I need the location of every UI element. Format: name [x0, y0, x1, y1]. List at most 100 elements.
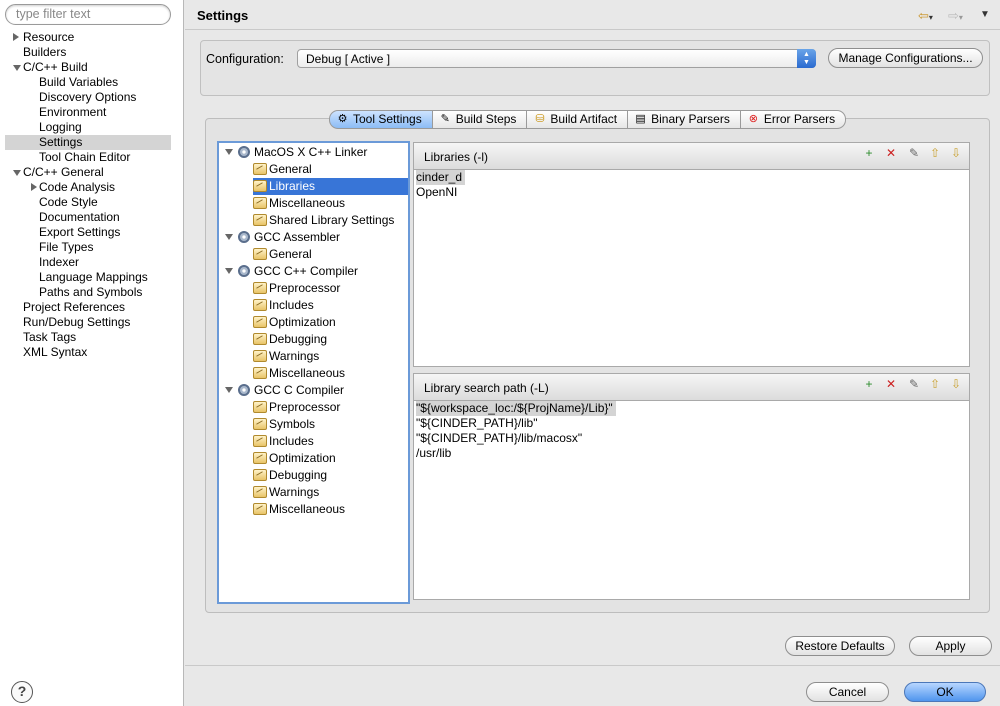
tree-option-node[interactable]: Preprocessor — [253, 399, 408, 416]
nav-item-environment[interactable]: Environment — [39, 105, 106, 120]
option-page-icon — [253, 367, 267, 379]
tab-error-parsers[interactable]: ⊗ Error Parsers — [740, 110, 847, 129]
nav-item-code-style[interactable]: Code Style — [39, 195, 98, 210]
nav-item-task-tags[interactable]: Task Tags — [23, 330, 76, 345]
edit-icon[interactable]: ✎ — [907, 146, 921, 161]
cancel-button[interactable]: Cancel — [806, 682, 889, 702]
list-item[interactable]: cinder_d — [416, 170, 466, 185]
tree-option-node[interactable]: General — [253, 161, 408, 178]
collapse-arrow-icon[interactable] — [13, 170, 21, 176]
delete-icon[interactable]: ✕ — [884, 377, 898, 392]
list-item[interactable]: "${CINDER_PATH}/lib" — [416, 416, 537, 431]
tab-binary-parsers[interactable]: ▤ Binary Parsers — [628, 110, 741, 129]
tab-build-steps[interactable]: ✎ Build Steps — [432, 110, 528, 129]
tree-node-label: Optimization — [269, 315, 336, 329]
expand-arrow-icon[interactable] — [31, 183, 37, 191]
nav-item-builders[interactable]: Builders — [23, 45, 66, 60]
tree-option-node[interactable]: Debugging — [253, 467, 408, 484]
tree-node-label: Miscellaneous — [269, 366, 346, 380]
nav-item-export-settings[interactable]: Export Settings — [39, 225, 120, 240]
tab-tool-settings[interactable]: ⚙ Tool Settings — [329, 110, 433, 129]
collapse-arrow-icon[interactable] — [225, 268, 233, 274]
list-item[interactable]: /usr/lib — [416, 446, 451, 461]
tree-option-node[interactable]: Includes — [253, 297, 408, 314]
nav-item-indexer[interactable]: Indexer — [39, 255, 79, 270]
nav-item-code-analysis[interactable]: Code Analysis — [39, 180, 115, 195]
select-arrows-icon[interactable]: ▲ ▼ — [797, 49, 816, 68]
add-icon[interactable]: + — [862, 146, 876, 161]
tree-tool-node[interactable]: MacOS X C++ Linker — [225, 144, 367, 161]
tree-node-label: Debugging — [269, 468, 328, 482]
tree-option-node[interactable]: Warnings — [253, 348, 408, 365]
nav-item-resource[interactable]: Resource — [23, 30, 74, 45]
tab-build-artifact[interactable]: ⛁ Build Artifact — [527, 110, 629, 129]
tree-tool-node[interactable]: GCC C Compiler — [225, 382, 344, 399]
nav-item-run-debug-settings[interactable]: Run/Debug Settings — [23, 315, 130, 330]
ok-button[interactable]: OK — [904, 682, 986, 702]
move-up-icon[interactable]: ⇧ — [928, 377, 942, 392]
tree-node-label: MacOS X C++ Linker — [254, 145, 368, 159]
nav-item-file-types[interactable]: File Types — [39, 240, 93, 255]
edit-icon[interactable]: ✎ — [907, 377, 921, 392]
tree-option-node[interactable]: Optimization — [253, 314, 408, 331]
list-item[interactable]: "${CINDER_PATH}/lib/macosx" — [416, 431, 582, 446]
tree-option-node[interactable]: Miscellaneous — [253, 195, 408, 212]
tree-option-node[interactable]: General — [253, 246, 408, 263]
move-up-icon[interactable]: ⇧ — [928, 146, 942, 161]
manage-configurations-button[interactable]: Manage Configurations... — [828, 48, 983, 68]
help-icon[interactable]: ? — [11, 681, 33, 703]
expand-arrow-icon[interactable] — [13, 33, 19, 41]
collapse-arrow-icon[interactable] — [225, 234, 233, 240]
tree-tool-node[interactable]: GCC Assembler — [225, 229, 340, 246]
nav-item-c-c-build[interactable]: C/C++ Build — [23, 60, 88, 75]
tool-gear-icon — [238, 146, 250, 158]
back-arrow-icon[interactable]: ⇦▾ — [918, 8, 933, 24]
move-down-icon[interactable]: ⇩ — [949, 146, 963, 161]
libraries-list[interactable] — [413, 169, 970, 367]
nav-item-documentation[interactable]: Documentation — [39, 210, 120, 225]
tree-option-node[interactable]: Libraries — [253, 178, 408, 195]
nav-item-tool-chain-editor[interactable]: Tool Chain Editor — [39, 150, 130, 165]
libraries-title: Libraries (-l) — [424, 150, 489, 164]
tree-option-node[interactable]: Symbols — [253, 416, 408, 433]
option-page-icon — [253, 333, 267, 345]
tree-option-node[interactable]: Includes — [253, 433, 408, 450]
delete-icon[interactable]: ✕ — [884, 146, 898, 161]
tree-option-node[interactable]: Shared Library Settings — [253, 212, 408, 229]
tool-gear-icon — [238, 231, 250, 243]
tree-option-node[interactable]: Optimization — [253, 450, 408, 467]
nav-item-paths-and-symbols[interactable]: Paths and Symbols — [39, 285, 142, 300]
build-steps-icon: ✎ — [440, 113, 450, 125]
list-item[interactable]: "${workspace_loc:/${ProjName}/Lib}" — [416, 401, 616, 416]
nav-item-xml-syntax[interactable]: XML Syntax — [23, 345, 87, 360]
apply-button[interactable]: Apply — [909, 636, 992, 656]
tree-option-node[interactable]: Warnings — [253, 484, 408, 501]
nav-item-discovery-options[interactable]: Discovery Options — [39, 90, 136, 105]
tree-tool-node[interactable]: GCC C++ Compiler — [225, 263, 358, 280]
move-down-icon[interactable]: ⇩ — [949, 377, 963, 392]
filter-input[interactable]: type filter text — [5, 4, 171, 25]
view-menu-icon[interactable]: ▼ — [980, 9, 990, 20]
nav-item-settings[interactable]: Settings — [5, 135, 171, 150]
tree-option-node[interactable]: Miscellaneous — [253, 501, 408, 518]
collapse-arrow-icon[interactable] — [13, 65, 21, 71]
collapse-arrow-icon[interactable] — [225, 149, 233, 155]
list-item[interactable]: OpenNI — [416, 185, 457, 200]
tree-node-label: Warnings — [269, 485, 320, 499]
nav-item-project-references[interactable]: Project References — [23, 300, 125, 315]
tree-option-node[interactable]: Preprocessor — [253, 280, 408, 297]
tree-option-node[interactable]: Debugging — [253, 331, 408, 348]
add-icon[interactable]: + — [862, 377, 876, 392]
nav-item-language-mappings[interactable]: Language Mappings — [39, 270, 148, 285]
nav-item-logging[interactable]: Logging — [39, 120, 82, 135]
tree-node-label: Libraries — [269, 179, 316, 193]
nav-item-c-c-general[interactable]: C/C++ General — [23, 165, 104, 180]
configuration-select[interactable]: Debug [ Active ] — [297, 49, 816, 68]
tree-option-node[interactable]: Miscellaneous — [253, 365, 408, 382]
collapse-arrow-icon[interactable] — [225, 387, 233, 393]
page-title: Settings — [197, 8, 249, 23]
tab-label: Build Artifact — [550, 112, 618, 126]
nav-item-build-variables[interactable]: Build Variables — [39, 75, 118, 90]
forward-arrow-icon[interactable]: ⇨▾ — [948, 8, 963, 24]
restore-defaults-button[interactable]: Restore Defaults — [785, 636, 895, 656]
